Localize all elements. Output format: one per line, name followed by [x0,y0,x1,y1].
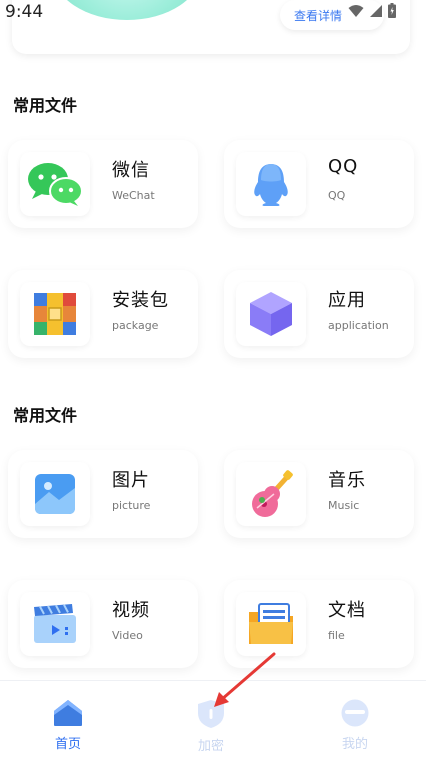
video-icon [20,592,90,656]
home-icon [54,700,82,726]
package-icon [20,282,90,346]
card-subtitle: Video [112,629,143,642]
category-card-package[interactable]: 安装包 package [8,270,198,358]
music-icon [236,462,306,526]
status-bar: 9:44 [0,0,426,24]
card-subtitle: package [112,319,159,332]
bottom-navigation: 首页 加密 我的 [0,680,426,761]
nav-item-profile[interactable]: 我的 [325,699,385,752]
picture-icon [20,462,90,526]
card-subtitle: WeChat [112,189,155,202]
nav-label-encrypt: 加密 [197,739,224,754]
card-subtitle: application [328,319,389,332]
category-card-picture[interactable]: 图片 picture [8,450,198,538]
card-subtitle: picture [112,499,151,512]
card-title: 应用 [328,290,366,311]
card-subtitle: QQ [328,189,346,202]
category-card-qq[interactable]: QQ QQ [224,140,414,228]
category-card-video[interactable]: 视频 Video [8,580,198,668]
card-title: 安装包 [112,290,169,311]
profile-icon [341,699,369,727]
nav-item-encrypt[interactable]: 加密 [181,699,241,754]
card-title: 音乐 [328,470,366,491]
status-time: 9:44 [5,2,44,22]
category-card-music[interactable]: 音乐 Music [224,450,414,538]
qq-icon [236,152,306,216]
nav-label-home: 首页 [54,737,81,752]
card-subtitle: file [328,629,345,642]
section-title-frequent-files-2: 常用文件 [13,406,78,425]
category-card-application[interactable]: 应用 application [224,270,414,358]
category-card-document[interactable]: 文档 file [224,580,414,668]
card-title: QQ [328,156,359,177]
card-title: 文档 [328,600,366,621]
nav-label-profile: 我的 [341,737,368,752]
battery-icon [388,3,396,18]
card-title: 微信 [112,160,150,181]
card-title: 图片 [112,470,150,491]
card-title: 视频 [112,600,150,621]
wechat-icon [20,152,90,216]
section-title-frequent-files: 常用文件 [13,96,78,115]
category-card-wechat[interactable]: 微信 WeChat [8,140,198,228]
document-icon [236,592,306,656]
shield-icon [198,700,224,728]
nav-item-home[interactable]: 首页 [38,699,98,752]
signal-icon [370,4,382,17]
wifi-icon [348,4,364,17]
application-icon [236,282,306,346]
status-icons [348,3,396,18]
card-subtitle: Music [328,499,360,512]
